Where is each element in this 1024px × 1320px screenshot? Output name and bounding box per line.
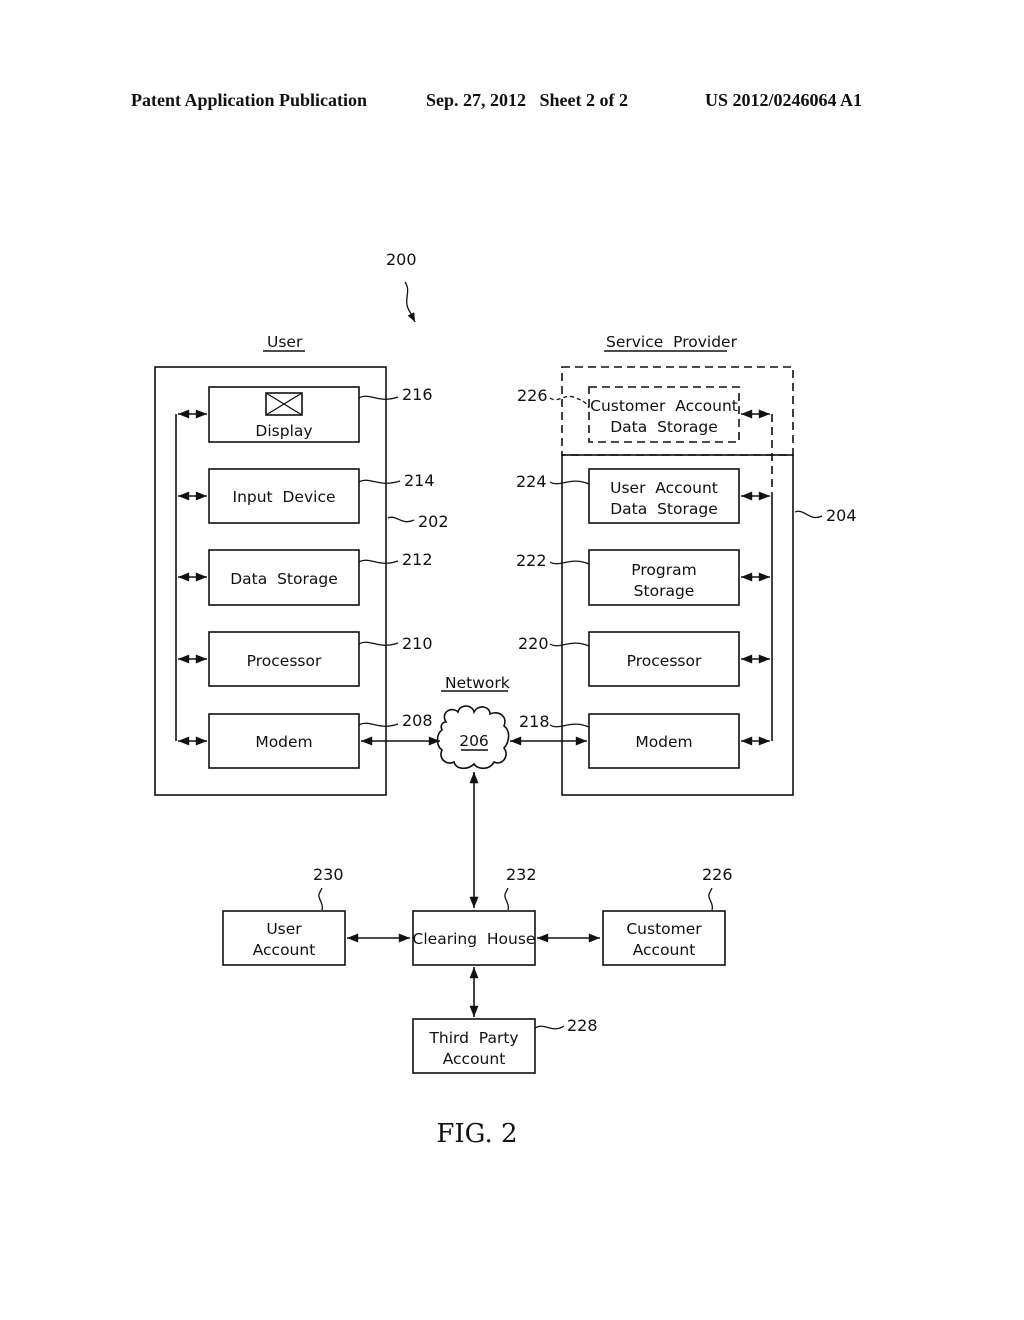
component-ref: 230 [313, 865, 344, 884]
provider-component-processor: Processor 220 [518, 631, 771, 687]
component-label: Modem [635, 733, 692, 751]
figure-diagram: 200 User 202 Display 216 Input Device 21… [154, 250, 857, 1149]
user-component-data-storage: Data Storage 212 [178, 549, 433, 606]
user-device-ref: 202 [418, 512, 449, 531]
component-label: Data Storage [610, 500, 718, 518]
figure-caption: FIG. 2 [436, 1119, 517, 1149]
user-component-input-device: Input Device 214 [178, 468, 435, 524]
provider-component-modem: Modem 218 [519, 712, 771, 769]
component-label: Processor [247, 652, 322, 670]
network-title: Network [445, 674, 510, 692]
component-label: Customer [626, 920, 702, 938]
figure-ref: 200 [386, 250, 417, 269]
user-account-box: User Account 230 [222, 865, 346, 966]
component-label: User Account [610, 479, 718, 497]
component-label: Customer Account [590, 397, 738, 415]
user-component-processor: Processor 210 [178, 631, 433, 687]
component-ref: 212 [402, 550, 433, 569]
component-ref: 208 [402, 711, 433, 730]
component-label: Data Storage [610, 418, 718, 436]
component-ref: 222 [516, 551, 547, 570]
figure-ref-arrow [404, 281, 416, 323]
component-label: Input Device [233, 488, 336, 506]
component-label: Data Storage [230, 570, 338, 588]
network-ref: 206 [459, 732, 489, 750]
component-ref: 216 [402, 385, 433, 404]
user-component-modem: Modem 208 [178, 711, 433, 769]
provider-device-ref: 204 [826, 506, 857, 525]
third-party-account-box: Third Party Account 228 [412, 1016, 598, 1074]
provider-section-title: Service Provider [606, 333, 738, 351]
component-label: Clearing House [413, 930, 536, 948]
component-label: Storage [634, 582, 695, 600]
component-ref: 214 [404, 471, 435, 490]
provider-ref-leader [794, 510, 823, 519]
component-ref: 228 [567, 1016, 598, 1035]
component-ref: 218 [519, 712, 550, 731]
user-ref-leader [387, 516, 415, 523]
provider-component-user-account-data-storage: User Account Data Storage 224 [516, 468, 771, 524]
component-ref: 226 [702, 865, 733, 884]
customer-account-box: Customer Account 226 [602, 865, 733, 966]
component-ref: 220 [518, 634, 549, 653]
user-component-display: Display 216 [178, 385, 433, 443]
component-label: Account [633, 941, 696, 959]
component-ref: 224 [516, 472, 547, 491]
user-section-title: User [267, 333, 303, 351]
provider-component-customer-account-data-storage: Customer Account Data Storage 226 [517, 386, 771, 443]
component-label: Account [253, 941, 316, 959]
component-label: Display [255, 422, 312, 440]
component-ref: 232 [506, 865, 537, 884]
provider-component-program-storage: Program Storage 222 [516, 549, 771, 606]
component-label: Processor [627, 652, 702, 670]
component-label: Modem [255, 733, 312, 751]
component-ref: 226 [517, 386, 548, 405]
component-label: User [266, 920, 302, 938]
component-ref: 210 [402, 634, 433, 653]
component-label: Program [631, 561, 696, 579]
component-label: Account [443, 1050, 506, 1068]
display-icon [265, 392, 303, 416]
component-label: Third Party [428, 1029, 518, 1047]
